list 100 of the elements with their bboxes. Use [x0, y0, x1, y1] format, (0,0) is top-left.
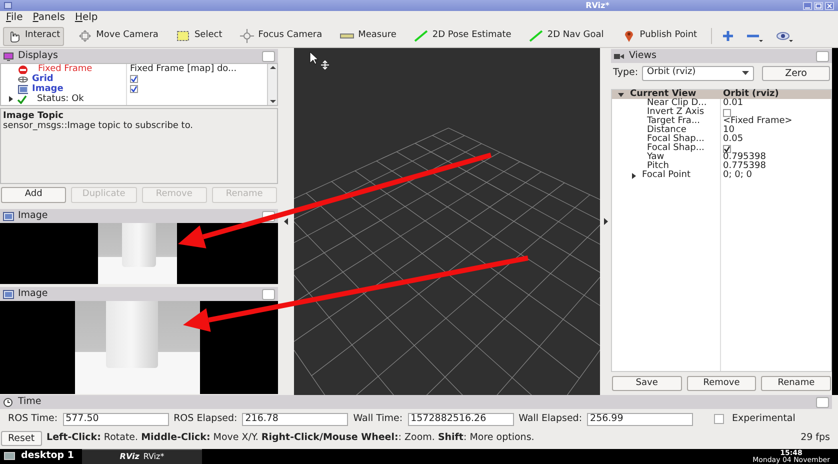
property-value: 0; 0; 0 [723, 171, 752, 180]
fps-counter: 29 fps [800, 430, 830, 445]
plus-icon[interactable] [722, 30, 734, 42]
checkbox-label: Experimental [732, 412, 796, 426]
type-dropdown[interactable]: Orbit (rviz) [642, 66, 754, 80]
float-button[interactable] [816, 396, 829, 408]
checkbox[interactable] [723, 108, 731, 116]
task-label: RViz* [143, 451, 164, 463]
checkmark-icon [17, 94, 27, 104]
tool-button[interactable]: Publish Point [618, 26, 702, 46]
menu-item[interactable]: File [6, 13, 23, 23]
property-label: Focal Shap... [646, 135, 704, 144]
display-item[interactable]: Image [32, 84, 64, 94]
tool-button[interactable]: Move Camera [74, 26, 162, 46]
caret-icon [742, 71, 750, 75]
panel-title: Time [18, 397, 42, 407]
property-label: Invert Z Axis [646, 108, 704, 117]
property-label: Pitch [647, 162, 669, 171]
menu-item[interactable]: Help [74, 13, 98, 23]
tool-button[interactable]: Measure [336, 26, 400, 46]
workspace-label: desktop 1 [21, 449, 74, 464]
property-value: 0.05 [723, 135, 744, 144]
tree-header-row[interactable]: Current View Orbit (rviz) [612, 90, 831, 99]
maximize-icon[interactable] [814, 2, 823, 10]
property-value: Fixed Frame [map] do... [130, 64, 237, 74]
input-field[interactable]: 256.99 [587, 412, 694, 426]
move-icon [320, 60, 330, 70]
picture-icon [3, 290, 14, 298]
expand-arrow-icon[interactable] [618, 92, 624, 96]
checkbox[interactable] [723, 144, 731, 152]
property-label: Near Clip D... [646, 99, 707, 108]
tree-value: Orbit (rviz) [722, 90, 779, 99]
minimize-icon[interactable] [802, 2, 812, 10]
menu-item[interactable]: Panels [32, 13, 65, 23]
camera-icon [614, 52, 625, 60]
tool-button[interactable]: Interact [3, 26, 64, 46]
field-label: ROS Elapsed: [174, 412, 238, 426]
selection-icon [176, 29, 190, 43]
tool-button[interactable]: 2D Pose Estimate [410, 26, 516, 46]
scrollbar[interactable] [267, 64, 277, 105]
crosshair-icon [240, 29, 254, 43]
expand-arrow-icon[interactable] [632, 172, 636, 178]
expand-arrow-icon[interactable] [9, 96, 13, 102]
picture-icon [3, 212, 14, 220]
task-button[interactable]: RViz RViz* [82, 449, 202, 464]
collapse-arrow-icon[interactable] [603, 218, 608, 225]
property-label: Focal Point [642, 171, 691, 180]
help-text: Left-Click: Rotate. Middle-Click: Move X/Y. Right-Click/Mouse Wheel:: Zoom. Shift: More options. [46, 430, 534, 445]
tool-button[interactable]: 2D Nav Goal [525, 26, 608, 46]
tool-button[interactable]: Select [172, 26, 226, 46]
panel-button[interactable]: Rename [761, 376, 832, 391]
property-label: Target Fra... [646, 117, 700, 126]
collapse-arrow-icon[interactable] [284, 218, 288, 225]
picture-icon [18, 84, 28, 94]
panel-title: Views [629, 51, 656, 61]
input-field[interactable]: 216.78 [242, 412, 348, 426]
panel-button[interactable]: Remove [686, 376, 756, 391]
float-button[interactable] [816, 50, 829, 62]
panel-title: Displays [18, 51, 58, 61]
close-icon[interactable] [824, 2, 834, 10]
panel-button[interactable]: Add [1, 187, 66, 203]
reset-button[interactable]: Reset [1, 430, 42, 446]
input-field[interactable]: 1572882516.26 [408, 412, 514, 426]
panel-button[interactable]: Save [612, 376, 682, 391]
panel-title: Image [18, 289, 48, 299]
display-item[interactable]: Fixed Frame [38, 64, 92, 74]
cursor-icon [310, 52, 318, 64]
description-title: Image Topic [3, 111, 64, 121]
property-value: 0.01 [723, 99, 744, 108]
float-button[interactable] [262, 50, 275, 62]
field-label: Wall Time: [353, 412, 403, 426]
clock-icon [3, 398, 14, 406]
property-label: Distance [646, 126, 686, 135]
field-label: Wall Elapsed: [518, 412, 582, 426]
float-button[interactable] [262, 288, 275, 300]
field-label: ROS Time: [8, 412, 58, 426]
description-text: sensor_msgs::Image topic to subscribe to. [3, 121, 194, 131]
display-item[interactable]: Grid [32, 74, 54, 84]
property-label: Focal Shap... [646, 144, 704, 153]
property-value: 0.775398 [723, 162, 766, 171]
display-item[interactable]: Status: Ok [37, 94, 84, 104]
tool-button[interactable]: Focus Camera [236, 26, 326, 46]
eye-dropdown-icon[interactable] [776, 30, 794, 42]
checkbox[interactable] [130, 85, 138, 93]
app-logo: RViz [120, 451, 140, 463]
property-value: <Fixed Frame> [723, 117, 792, 126]
grid-icon [18, 74, 28, 84]
type-label: Type: [613, 66, 638, 80]
checkbox[interactable] [714, 414, 724, 424]
app-icon [4, 2, 12, 9]
zero-button[interactable]: Zero [762, 66, 830, 80]
checkbox[interactable] [130, 75, 138, 83]
property-value: 10 [723, 126, 734, 135]
monitor-icon [3, 52, 14, 60]
property-label: Yaw [646, 153, 664, 162]
checkmark-icon [724, 146, 730, 152]
panel-title: Image [18, 211, 48, 221]
tree-label: Current View [630, 90, 696, 99]
input-field[interactable]: 577.50 [62, 412, 169, 426]
window-title: RViz* [586, 2, 610, 10]
